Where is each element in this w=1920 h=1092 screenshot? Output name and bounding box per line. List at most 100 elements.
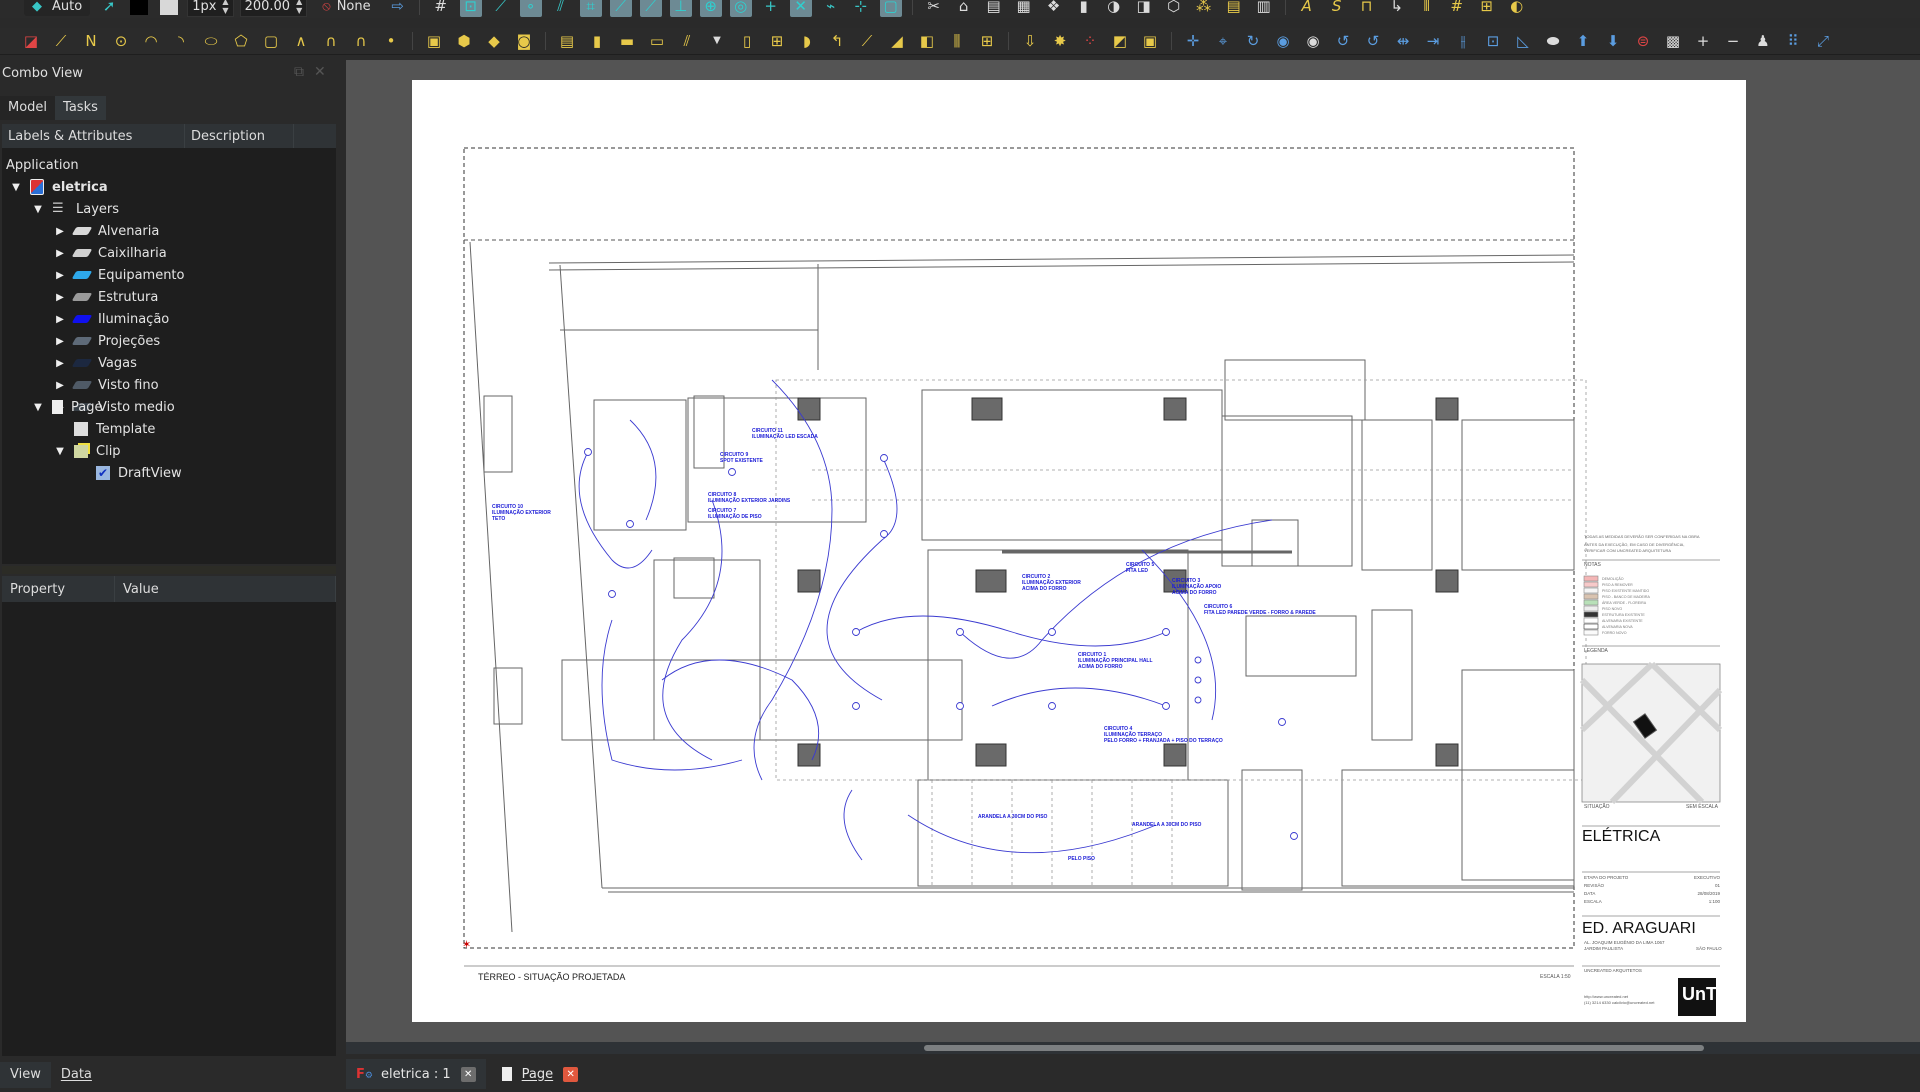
snap-grid-icon[interactable]: ⌗ [579, 0, 602, 17]
add-point-icon[interactable]: + [1692, 30, 1714, 52]
snap-parallel-icon[interactable]: ⫽ [550, 0, 572, 17]
structure-icon[interactable]: ▮ [586, 30, 608, 52]
survey-icon[interactable]: ⁘ [1079, 30, 1101, 52]
tree-item-layer[interactable]: ▶ Vagas [54, 352, 137, 374]
ellipse-icon[interactable]: ⬭ [200, 30, 222, 52]
techdraw-page-view[interactable]: ✶ TÉRREO - SITUAÇÃO PROJETADA ESCALA 1:5… [346, 60, 1920, 1048]
line-color-swatch[interactable] [130, 0, 149, 15]
collapsed-arrow-icon[interactable]: ▶ [54, 270, 66, 281]
panel-icon[interactable]: ◧ [916, 30, 938, 52]
trimex-icon[interactable]: ◉ [1302, 30, 1324, 52]
snap-intersection-icon[interactable]: ✕ [789, 0, 812, 17]
offset-icon[interactable]: ◉ [1272, 30, 1294, 52]
dimension-icon[interactable]: ⊓ [1356, 0, 1378, 17]
column-value[interactable]: Value [115, 576, 336, 602]
tab-eletrica-3d-view[interactable]: F⚙ eletrica : 1 ✕ [346, 1059, 486, 1089]
line-width-spinbox[interactable]: 1px ▲ ▼ [187, 0, 234, 17]
spin-arrows-icon[interactable]: ▲ ▼ [222, 0, 228, 15]
snap-angle-icon[interactable]: ◎ [729, 0, 752, 17]
ifc-explorer-icon[interactable]: ▦ [1013, 0, 1035, 17]
bim-view-1-icon[interactable]: ❖ [1043, 0, 1065, 17]
heal-icon[interactable]: ♟ [1752, 30, 1774, 52]
add-icon[interactable]: ▣ [1139, 30, 1161, 52]
mirror-icon[interactable]: ⫲ [1452, 30, 1474, 52]
construction-mode-button[interactable]: ⦸ None [314, 0, 378, 16]
snap-lock-icon[interactable]: ⊡ [459, 0, 482, 17]
patharray-icon[interactable]: ▩ [1662, 30, 1684, 52]
draft2sketch-icon[interactable]: ◆ [483, 30, 505, 52]
collapsed-arrow-icon[interactable]: ▶ [54, 336, 66, 347]
apply-style-icon[interactable]: ⇨ [387, 0, 409, 17]
join-icon[interactable]: ↺ [1332, 30, 1354, 52]
frame-icon[interactable]: ⫼ [946, 30, 968, 52]
roof-icon[interactable]: ◢ [886, 30, 908, 52]
rebar-tools-icon[interactable]: ⫽ [676, 30, 698, 52]
tab-view[interactable]: View [0, 1062, 51, 1088]
door-icon[interactable]: ▯ [736, 30, 758, 52]
undock-icon[interactable]: ⧉ [294, 64, 304, 80]
cubic-bezier-icon[interactable]: ∩ [320, 30, 342, 52]
tree-item-layer[interactable]: ▶ Projeções [54, 330, 160, 352]
snap-ortho-icon[interactable]: ⊥ [669, 0, 692, 17]
move-up-icon[interactable]: ⬆ [1572, 30, 1594, 52]
move-icon[interactable]: ✛ [1182, 30, 1204, 52]
equipment-icon[interactable]: ⇩ [1019, 30, 1041, 52]
tree-item-layer[interactable]: ▶ Equipamento [54, 264, 184, 286]
point-icon[interactable]: • [380, 30, 402, 52]
draw-style-combo[interactable]: ◆ Auto [24, 0, 91, 16]
wire-icon[interactable]: N [80, 30, 102, 52]
wire-to-bspline-icon[interactable]: ⬬ [1542, 30, 1564, 52]
window-icon[interactable]: ⊞ [766, 30, 788, 52]
tools-icon[interactable]: ✂ [923, 0, 945, 17]
rotate-icon[interactable]: ↻ [1242, 30, 1264, 52]
bspline-icon[interactable]: ∧ [290, 30, 312, 52]
grid-system-icon[interactable]: ⊞ [1476, 0, 1498, 17]
close-tab-icon[interactable]: ✕ [460, 1066, 476, 1082]
rectangle-icon[interactable]: ▢ [260, 30, 282, 52]
tree-item-layer[interactable]: ▶ Iluminação [54, 308, 169, 330]
component-icon[interactable]: ✸ [1049, 30, 1071, 52]
column-description[interactable]: Description [185, 124, 294, 148]
sketcher-icon[interactable]: ◪ [20, 30, 42, 52]
spreadsheet-icon[interactable]: ▤ [1223, 0, 1245, 17]
shape2dview-icon[interactable]: ⬢ [453, 30, 475, 52]
section-plane-icon[interactable]: ◐ [1506, 0, 1528, 17]
snap-center-icon[interactable]: ⊕ [699, 0, 722, 17]
tab-model[interactable]: Model [0, 96, 56, 120]
pipe-icon[interactable]: ◗ [796, 30, 818, 52]
move-down-icon[interactable]: ⬇ [1602, 30, 1624, 52]
polygon-icon[interactable]: ⬠ [230, 30, 252, 52]
snap-midpoint-icon[interactable]: ▢ [879, 0, 902, 17]
face-color-swatch[interactable] [160, 0, 179, 15]
grid-icon[interactable]: # [430, 0, 452, 17]
snap-extension-icon[interactable]: ⟋ [609, 0, 632, 17]
array-grid-icon[interactable]: ⠿ [1782, 30, 1804, 52]
line-icon[interactable]: ⟋ [50, 30, 72, 52]
bim-view-4-icon[interactable]: ◨ [1133, 0, 1155, 17]
expanded-arrow-icon[interactable]: ▼ [10, 182, 22, 193]
collapsed-arrow-icon[interactable]: ▶ [54, 380, 66, 391]
dropdown-arrow-icon[interactable]: ▼ [706, 30, 728, 52]
horizontal-scrollbar-thumb[interactable] [924, 1045, 1704, 1051]
close-tab-icon[interactable]: ✕ [563, 1066, 579, 1082]
snap-special-icon[interactable]: + [760, 0, 782, 17]
array-icon[interactable]: ◙ [513, 30, 535, 52]
snap-endpoint-icon[interactable]: ⟋ [490, 0, 512, 17]
stretch-icon[interactable]: ⤢ [1812, 30, 1834, 52]
quantity-icon[interactable]: ▥ [1253, 0, 1275, 17]
expanded-arrow-icon[interactable]: ▼ [54, 446, 66, 457]
text-icon[interactable]: A [1296, 0, 1318, 17]
tab-data[interactable]: Data [51, 1062, 102, 1088]
tree-item-clip[interactable]: ▼ Clip [54, 440, 120, 462]
pipe-connector-icon[interactable]: ↰ [826, 30, 848, 52]
wall-icon[interactable]: ▤ [556, 30, 578, 52]
collapsed-arrow-icon[interactable]: ▶ [54, 226, 66, 237]
spin-arrows-icon[interactable]: ▲ ▼ [296, 0, 302, 15]
shapestring-icon[interactable]: S [1326, 0, 1348, 17]
axis-system-icon[interactable]: # [1446, 0, 1468, 17]
tree-item-template[interactable]: Template [74, 418, 155, 440]
snap-workingplane-icon[interactable]: ⊹ [850, 0, 872, 17]
schedule-icon[interactable]: ▤ [983, 0, 1005, 17]
expanded-arrow-icon[interactable]: ▼ [32, 402, 44, 413]
bim-view-5-icon[interactable]: ⬡ [1163, 0, 1185, 17]
